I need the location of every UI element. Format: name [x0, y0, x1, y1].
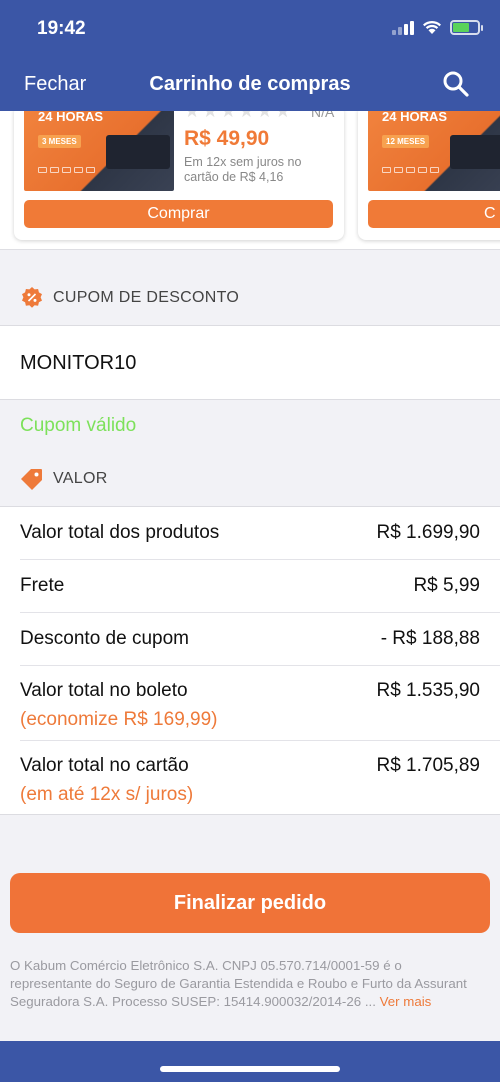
status-icons — [392, 20, 483, 35]
value-row: Valor total no boleto R$ 1.535,90 (econo… — [20, 666, 500, 741]
value-amount: R$ 1.535,90 — [376, 680, 480, 701]
product-image: 24 HORAS 12 MESES — [368, 111, 500, 191]
wifi-icon — [423, 20, 441, 34]
value-label: Frete — [20, 575, 65, 596]
discount-badge-icon — [22, 287, 42, 308]
value-amount: R$ 1.699,90 — [376, 522, 480, 543]
value-section-label: VALOR — [53, 470, 108, 487]
value-note: (em até 12x s/ juros) — [20, 784, 194, 805]
value-label: Valor total dos produtos — [20, 522, 220, 543]
finalize-order-button[interactable]: Finalizar pedido — [10, 873, 490, 933]
value-amount: R$ 1.705,89 — [376, 755, 480, 776]
app-header: 19:42 Fechar Carrinho de compras — [0, 0, 500, 111]
home-indicator[interactable] — [160, 1066, 340, 1072]
coupon-section-header: CUPOM DE DESCONTO — [0, 278, 500, 318]
page-title: Carrinho de compras — [149, 73, 351, 95]
value-amount: R$ 5,99 — [413, 575, 480, 596]
value-section-header: VALOR — [0, 459, 500, 499]
buy-button[interactable]: Comprar — [24, 200, 333, 228]
product-image: 24 HORAS 3 MESES — [24, 111, 174, 191]
product-card[interactable]: 24 HORAS 12 MESES C — [358, 111, 500, 240]
value-row: Valor total no cartão R$ 1.705,89 (em at… — [20, 741, 500, 816]
buy-button[interactable]: C — [368, 200, 500, 228]
banner-hours: 24 HORAS — [38, 111, 104, 124]
rating-text: N/A — [311, 111, 335, 120]
service-icons — [382, 167, 439, 173]
coupon-input[interactable]: MONITOR10 — [0, 325, 500, 400]
laptop-graphic — [106, 135, 170, 169]
price-tag-icon — [21, 469, 42, 490]
value-row: Frete R$ 5,99 — [20, 560, 500, 613]
value-label: Valor total no boleto — [20, 680, 188, 701]
legal-notice: O Kabum Comércio Eletrônico S.A. CNPJ 05… — [10, 957, 480, 1011]
value-label: Desconto de cupom — [20, 628, 189, 649]
banner-hours: 24 HORAS — [382, 111, 448, 124]
search-icon[interactable] — [442, 70, 470, 98]
value-summary: Valor total dos produtos R$ 1.699,90 Fre… — [0, 506, 500, 815]
banner-months: 3 MESES — [38, 135, 81, 148]
rating-stars-icon: ★ ★ ★ ★ ★ ★ — [184, 111, 291, 121]
coupon-code[interactable]: MONITOR10 — [20, 352, 136, 375]
product-installments: Em 12x sem juros no cartão de R$ 4,16 — [184, 155, 302, 184]
value-note: (economize R$ 169,99) — [20, 709, 218, 730]
value-amount: - R$ 188,88 — [380, 628, 480, 649]
product-price: R$ 49,90 — [184, 127, 270, 150]
product-card[interactable]: 24 HORAS 3 MESES ★ ★ ★ ★ ★ ★ N/A R$ 49,90 Em … — [14, 111, 344, 240]
see-more-link[interactable]: Ver mais — [380, 994, 432, 1009]
bottom-bar — [0, 1041, 500, 1082]
product-carousel[interactable]: 24 HORAS 3 MESES ★ ★ ★ ★ ★ ★ N/A R$ 49,90 Em … — [0, 111, 500, 250]
service-icons — [38, 167, 95, 173]
battery-icon — [450, 20, 483, 35]
value-label: Valor total no cartão — [20, 755, 189, 776]
value-row: Desconto de cupom - R$ 188,88 — [20, 613, 500, 666]
status-time: 19:42 — [37, 18, 86, 39]
coupon-status: Cupom válido — [20, 415, 137, 436]
value-row: Valor total dos produtos R$ 1.699,90 — [20, 507, 500, 560]
signal-icon — [392, 20, 414, 35]
coupon-section-label: CUPOM DE DESCONTO — [53, 289, 240, 306]
banner-months: 12 MESES — [382, 135, 430, 148]
laptop-graphic — [450, 135, 500, 169]
